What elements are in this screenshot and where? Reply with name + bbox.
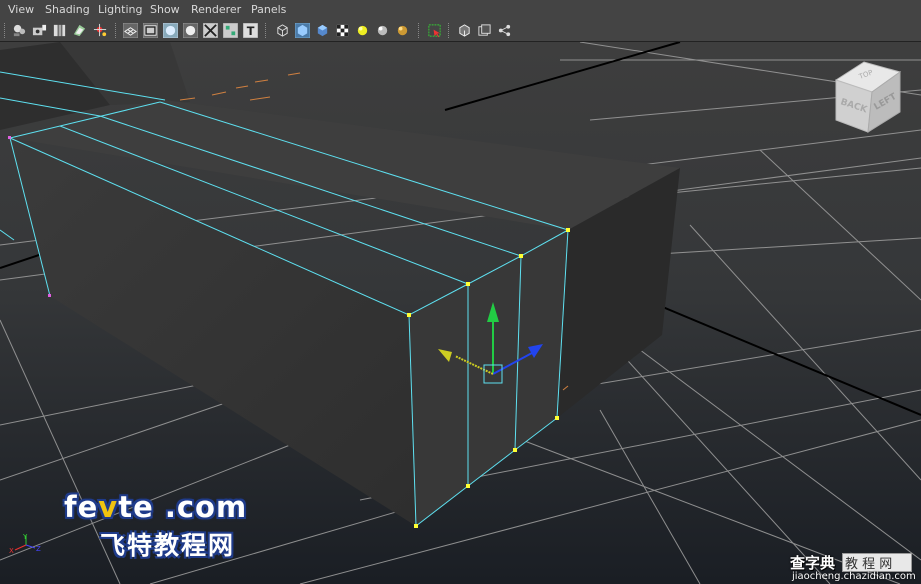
- default-lighting-icon[interactable]: [355, 23, 370, 38]
- chazidian-watermark: 查字典: [790, 554, 836, 572]
- menu-panels[interactable]: Panels: [251, 3, 286, 16]
- menu-shading[interactable]: Shading: [45, 3, 90, 16]
- smooth-shade-icon[interactable]: [295, 23, 310, 38]
- grid-icon[interactable]: [123, 23, 138, 38]
- 2d-pan-zoom-icon[interactable]: [93, 23, 108, 38]
- toolbar-separator: [4, 23, 7, 38]
- safe-action-icon[interactable]: [223, 23, 238, 38]
- panel-toolbar: T: [0, 20, 921, 42]
- wireframe-icon[interactable]: [275, 23, 290, 38]
- menu-lighting[interactable]: Lighting: [98, 3, 142, 16]
- bookmark-icon[interactable]: [52, 23, 67, 38]
- fevte-watermark: fevte .com: [64, 490, 247, 524]
- chazidian-url: jiaocheng.chazidian.com: [792, 571, 916, 582]
- resolution-gate-icon[interactable]: [163, 23, 178, 38]
- gate-mask-icon[interactable]: [183, 23, 198, 38]
- camera-attributes-icon[interactable]: [32, 23, 47, 38]
- backface-culling-icon[interactable]: [497, 23, 512, 38]
- image-plane-icon[interactable]: [72, 23, 87, 38]
- menu-view[interactable]: View: [8, 3, 34, 16]
- safe-title-icon[interactable]: T: [243, 23, 258, 38]
- toolbar-separator: [265, 23, 268, 38]
- xray-icon[interactable]: [457, 23, 472, 38]
- watermark-brand-pre: fe: [64, 490, 99, 524]
- menu-renderer[interactable]: Renderer: [191, 3, 241, 16]
- triad-z-label: Z: [36, 545, 41, 553]
- triad-x-label: X: [9, 547, 14, 555]
- toolbar-separator: [418, 23, 421, 38]
- select-camera-icon[interactable]: [12, 23, 27, 38]
- toolbar-separator: [448, 23, 451, 38]
- chazidian-box-text: 教 程 网: [845, 557, 893, 572]
- panel-menu-bar: View Shading Lighting Show Renderer Pane…: [0, 0, 921, 21]
- xray-joints-icon[interactable]: [477, 23, 492, 38]
- textured-icon[interactable]: [335, 23, 350, 38]
- vertex-marker: [8, 136, 11, 139]
- watermark-brand-highlight: v: [98, 490, 119, 524]
- all-lights-icon[interactable]: [375, 23, 390, 38]
- isolate-select-icon[interactable]: [427, 23, 442, 38]
- toolbar-separator: [115, 23, 118, 38]
- field-chart-icon[interactable]: [203, 23, 218, 38]
- watermark-brand-post: te .com: [118, 490, 248, 524]
- menu-show[interactable]: Show: [150, 3, 180, 16]
- fevte-watermark-cn: 飞特教程网: [100, 531, 236, 560]
- default-material-icon[interactable]: [315, 23, 330, 38]
- svg-text:T: T: [247, 25, 255, 38]
- triad-y-label: Y: [22, 533, 28, 541]
- shadows-icon[interactable]: [395, 23, 410, 38]
- film-gate-icon[interactable]: [143, 23, 158, 38]
- vertex-marker: [48, 294, 51, 297]
